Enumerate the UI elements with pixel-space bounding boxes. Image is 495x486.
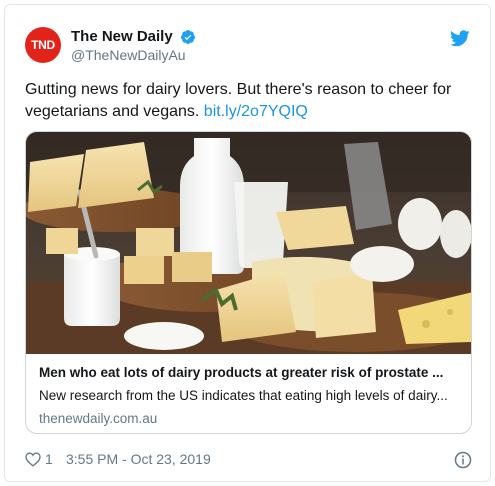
- card-title[interactable]: Men who eat lots of dairy products at gr…: [39, 365, 459, 380]
- like-count[interactable]: 1: [45, 451, 53, 467]
- link-preview-card[interactable]: Men who eat lots of dairy products at gr…: [25, 131, 472, 434]
- heart-icon[interactable]: [25, 452, 41, 467]
- author-display-name[interactable]: The New Daily: [71, 28, 173, 45]
- author-handle[interactable]: @TheNewDailyAu: [71, 47, 186, 63]
- tweet-embed: TND The New Daily @TheNewDailyAu Gutting…: [4, 4, 491, 482]
- verified-badge-icon: [180, 30, 195, 44]
- tweet-link[interactable]: bit.ly/2o7YQIQ: [204, 103, 308, 120]
- card-image[interactable]: [26, 132, 472, 354]
- card-description[interactable]: New research from the US indicates that …: [39, 388, 459, 403]
- twitter-bird-icon[interactable]: [450, 30, 470, 47]
- tweet-text: Gutting news for dairy lovers. But there…: [25, 79, 475, 123]
- tweet-footer: 1 3:55 PM - Oct 23, 2019: [25, 450, 472, 470]
- timestamp[interactable]: 3:55 PM - Oct 23, 2019: [66, 451, 211, 467]
- card-domain[interactable]: thenewdaily.com.au: [39, 411, 157, 426]
- info-icon[interactable]: [454, 451, 472, 469]
- avatar[interactable]: TND: [25, 27, 61, 63]
